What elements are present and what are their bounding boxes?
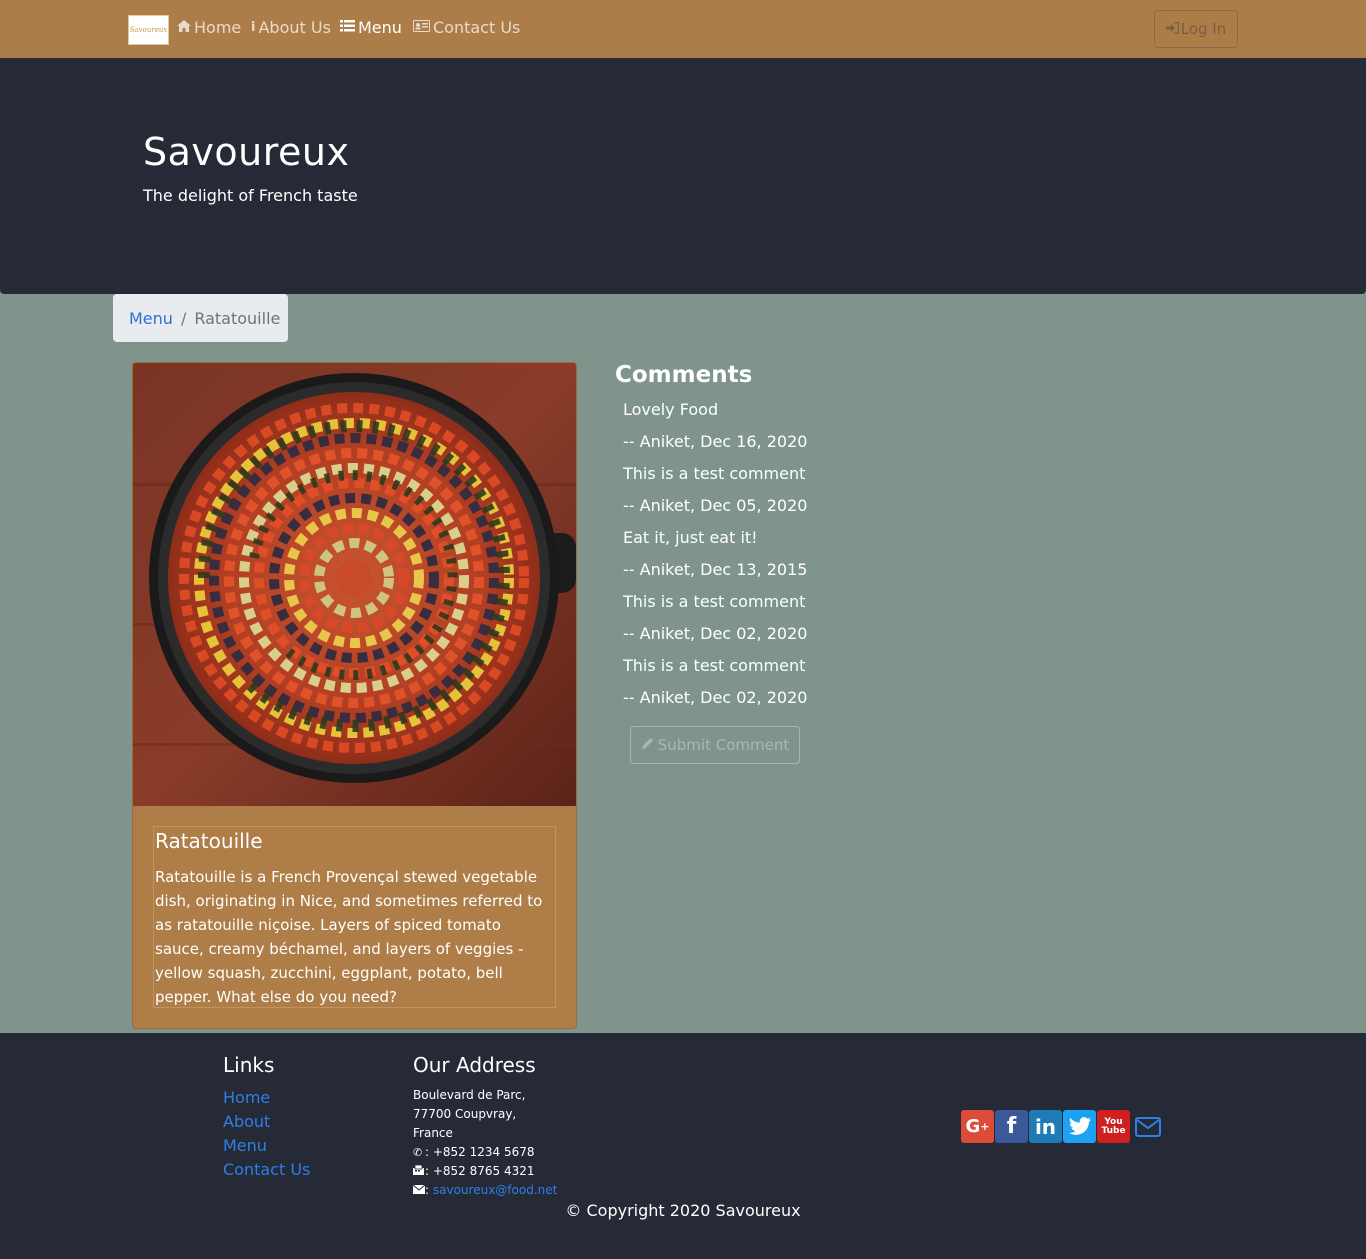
dish-description: Ratatouille is a French Provençal stewed… [155,868,543,1006]
breadcrumb: Menu / Ratatouille [113,294,288,342]
comment-byline: -- Aniket, Dec 13, 2015 [623,560,808,579]
breadcrumb-current: Ratatouille [194,308,281,328]
dish-details: Ratatouille Ratatouille is a French Prov… [153,826,556,1008]
sign-in-icon [1165,20,1179,38]
nav-home-label: Home [194,18,242,37]
footer-links: Home About Menu Contact Us [223,1086,310,1182]
footer-link-home[interactable]: Home [223,1086,310,1110]
jumbotron: Savoureux The delight of French taste [0,58,1366,294]
fax-line: : +852 8765 4321 [413,1162,557,1181]
email-prefix: : [425,1183,430,1197]
social-links: G + f in You Tube [961,1110,1164,1143]
footer-link-about[interactable]: About [223,1110,310,1134]
phone-icon: ✆ [413,1146,423,1159]
copyright: © Copyright 2020 Savoureux [565,1201,801,1220]
brand-logo-text: Savoureux [129,26,168,34]
envelope-icon[interactable] [1131,1110,1164,1143]
submit-comment-label: Submit Comment [657,736,790,754]
comment-text: This is a test comment [623,656,806,675]
footer-links-heading: Links [223,1053,275,1077]
comments-heading: Comments [615,362,753,388]
google-plus-icon[interactable]: G + [961,1110,994,1143]
footer-link-contact[interactable]: Contact Us [223,1158,310,1182]
nav-about-label: About Us [258,18,331,37]
address-line: 77700 Coupvray, [413,1107,517,1121]
submit-comment-button[interactable]: Submit Comment [630,726,800,764]
nav-contact-label: Contact Us [433,18,521,37]
dish-name: Ratatouille [155,829,263,853]
navbar: Savoureux Home i About Us Menu Contact U… [0,0,1366,58]
home-icon [177,19,191,36]
linkedin-icon[interactable]: in [1029,1110,1062,1143]
footer: Links Home About Menu Contact Us Our Add… [0,1033,1366,1259]
footer-link-menu[interactable]: Menu [223,1134,310,1158]
twitter-icon[interactable] [1063,1110,1096,1143]
fax-icon [413,1162,425,1181]
dish-image [133,363,576,806]
nav-home[interactable]: Home [177,18,241,37]
comment-byline: -- Aniket, Dec 02, 2020 [623,688,808,707]
login-label: Log In [1180,20,1227,38]
breadcrumb-separator: / [180,308,187,328]
email-link[interactable]: savoureux@food.net [433,1183,557,1197]
site-tagline: The delight of French taste [143,186,358,205]
breadcrumb-menu-link[interactable]: Menu [129,309,173,328]
footer-address-heading: Our Address [413,1053,536,1077]
comment-text: This is a test comment [623,464,806,483]
fax-number: : +852 8765 4321 [425,1164,535,1178]
comment-byline: -- Aniket, Dec 02, 2020 [623,624,808,643]
comment-byline: -- Aniket, Dec 16, 2020 [623,432,808,451]
nav-menu-label: Menu [358,18,402,37]
nav-contact[interactable]: Contact Us [413,18,520,37]
envelope-small-icon [412,1181,426,1200]
nav-menu[interactable]: Menu [340,18,402,37]
comment-byline: -- Aniket, Dec 05, 2020 [623,496,808,515]
address-card-icon [413,19,430,36]
phone-number: : +852 1234 5678 [425,1145,535,1159]
email-line: : savoureux@food.net [412,1181,557,1200]
comments-list: Lovely Food -- Aniket, Dec 16, 2020 This… [623,398,807,718]
site-title: Savoureux [143,130,350,174]
brand-logo[interactable]: Savoureux [128,15,169,45]
comment-text: Eat it, just eat it! [623,528,758,547]
footer-address: Boulevard de Parc, 77700 Coupvray, Franc… [412,1086,557,1200]
nav-about[interactable]: i About Us [251,18,331,37]
phone-line: ✆: +852 1234 5678 [413,1143,557,1162]
comment-text: Lovely Food [623,400,719,419]
facebook-icon[interactable]: f [995,1110,1028,1143]
pencil-icon [641,736,654,754]
address-line: Boulevard de Parc, [413,1088,526,1102]
dish-card: Ratatouille Ratatouille is a French Prov… [132,362,577,1029]
comment-text: This is a test comment [623,592,806,611]
login-button[interactable]: Log In [1154,10,1238,48]
youtube-icon[interactable]: You Tube [1097,1110,1130,1143]
info-icon: i [251,20,256,35]
address-line: France [413,1126,453,1140]
list-icon [340,19,355,36]
